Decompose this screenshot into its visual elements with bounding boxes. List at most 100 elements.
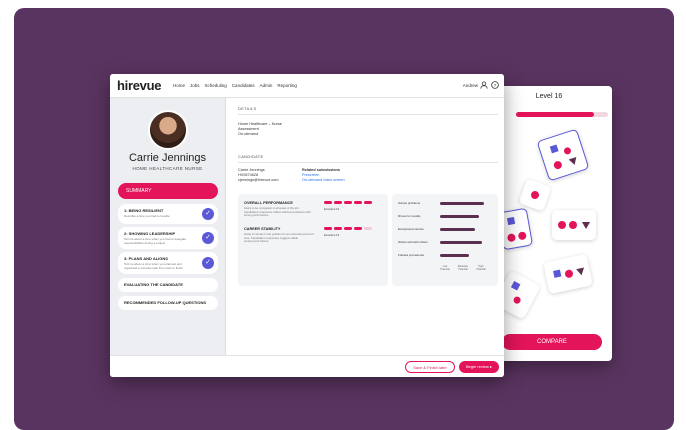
circle-shape — [564, 269, 574, 279]
candidate-info: Carrie Jennings HV0874628 cjennings@hire… — [238, 168, 279, 183]
compare-button[interactable]: COMPARE — [502, 334, 602, 350]
rating-pill — [354, 201, 362, 204]
scale-bar — [440, 202, 485, 205]
related-submissions: Related submissions Prescreen On-demand … — [302, 168, 345, 183]
circle-shape — [529, 189, 541, 201]
scale-bar — [440, 241, 482, 244]
nav-scheduling[interactable]: Scheduling — [205, 83, 227, 88]
rating-pill — [324, 227, 332, 230]
candidate-heading: CANDIDATE — [238, 154, 264, 159]
question-subtitle: Tell me about a time when you planned an… — [124, 262, 183, 270]
divider — [238, 162, 498, 163]
scale-bar — [440, 254, 469, 257]
rating-pill — [354, 227, 362, 230]
top-navigation-bar: hirevue Home Jobs Scheduling Candidates … — [110, 74, 504, 98]
triangle-shape — [582, 222, 590, 229]
question-title: 2: SHOWING LEADERSHIP — [124, 231, 176, 236]
rating-pill — [344, 227, 352, 230]
performance-title: OVERALL PERFORMANCE — [244, 201, 293, 205]
check-icon: ✓ — [202, 257, 214, 269]
scale-footer-high: High Potential — [476, 265, 486, 271]
question-title: 1: BEING RESILIENT — [124, 208, 164, 213]
summary-button[interactable]: SUMMARY — [118, 183, 218, 199]
scale-label: Works well with others — [398, 240, 428, 244]
circle-shape — [506, 233, 517, 243]
shape-tile[interactable] — [543, 253, 593, 295]
scale-label: Follows procedures — [398, 253, 425, 257]
save-finish-later-button[interactable]: Save & Finish later — [405, 361, 455, 373]
nav-home[interactable]: Home — [173, 83, 185, 88]
rating-pill — [364, 201, 372, 204]
begin-review-button[interactable]: Begin review ▸ — [459, 361, 499, 373]
action-footer: Save & Finish later Begin review ▸ — [110, 355, 504, 377]
user-name[interactable]: Andrew — [463, 83, 478, 88]
candidate-name: Carrie Jennings — [128, 152, 207, 164]
game-card: Level 16 COMPARE — [486, 86, 612, 361]
rating-pill — [364, 227, 372, 230]
divider — [238, 114, 498, 115]
triangle-shape — [576, 267, 586, 277]
competency-scales-card: Solves problems Drives for results Excep… — [392, 194, 498, 286]
evaluating-candidate-item[interactable]: EVALUATING THE CANDIDATE — [118, 278, 218, 292]
rating-pill — [324, 201, 332, 204]
shape-tile[interactable] — [518, 178, 552, 212]
main-content: DETAILS Home Healthcare – Nurse Assessme… — [226, 98, 504, 377]
question-item-3[interactable]: 3: PLANS AND ALIGNS Tell me about a time… — [118, 252, 218, 274]
scale-bar — [440, 215, 479, 218]
shape-tile-large[interactable] — [536, 128, 590, 182]
scale-label: Exceptional service — [398, 227, 424, 231]
shape-tile[interactable] — [552, 210, 596, 240]
performance-desc: Likely to be competent in all areas of t… — [244, 206, 311, 218]
circle-shape — [517, 231, 527, 241]
main-nav: Home Jobs Scheduling Candidates Admin Re… — [173, 83, 297, 88]
scale-footer-low: Low Potential — [440, 265, 450, 271]
rating-pill — [334, 227, 342, 230]
scale-label: Drives for results — [398, 214, 421, 218]
performance-card: OVERALL PERFORMANCE Likely to be compete… — [238, 194, 388, 286]
scale-footer-moderate: Moderate Potential — [457, 265, 469, 271]
performance-rating: Excellent Fit — [324, 207, 340, 211]
question-title: 3: PLANS AND ALIGNS — [124, 256, 168, 261]
square-shape — [563, 146, 572, 156]
question-item-2[interactable]: 2: SHOWING LEADERSHIP Tell me about a ti… — [118, 227, 218, 249]
follow-up-questions-item[interactable]: RECOMMENDED FOLLOW-UP QUESTIONS — [118, 296, 218, 310]
candidate-role: HOME HEALTHCARE NURSE — [132, 166, 203, 171]
details-block: Home Healthcare – Nurse Assessment On-de… — [238, 122, 282, 137]
stability-title: CAREER STABILITY — [244, 227, 281, 231]
svg-text:?: ? — [494, 83, 497, 89]
circle-shape — [569, 221, 577, 229]
user-icon[interactable] — [480, 81, 488, 89]
nav-jobs[interactable]: Jobs — [190, 83, 200, 88]
candidate-info-email: cjennings@hirevue.com — [238, 178, 279, 183]
stability-rating: Excellent Fit — [324, 233, 340, 237]
candidate-sidebar: Carrie Jennings HOME HEALTHCARE NURSE SU… — [110, 98, 226, 377]
circle-shape — [552, 160, 563, 171]
background-frame: Level 16 COMPARE hirevue Home Jobs Sched… — [14, 8, 674, 430]
follow-up-label: RECOMMENDED FOLLOW-UP QUESTIONS — [124, 300, 207, 305]
details-heading: DETAILS — [238, 106, 257, 111]
evaluating-label: EVALUATING THE CANDIDATE — [124, 282, 183, 287]
hirevue-logo: hirevue — [117, 78, 162, 93]
square-shape — [512, 295, 522, 305]
level-progress-fill — [516, 112, 595, 117]
scale-bar — [440, 228, 476, 231]
square-shape — [507, 217, 516, 226]
circle-shape — [558, 221, 566, 229]
nav-admin[interactable]: Admin — [260, 83, 273, 88]
rating-pill — [334, 201, 342, 204]
video-screen-link[interactable]: On-demand video screen — [302, 178, 345, 183]
question-subtitle: Describe a time you had to handle — [124, 214, 170, 218]
nav-reporting[interactable]: Reporting — [277, 83, 297, 88]
square-shape — [510, 281, 521, 291]
check-icon: ✓ — [202, 232, 214, 244]
square-shape — [549, 144, 559, 154]
details-mode: On-demand — [238, 132, 259, 137]
scale-label: Solves problems — [398, 201, 421, 205]
nav-candidates[interactable]: Candidates — [232, 83, 255, 88]
question-item-1[interactable]: 1: BEING RESILIENT Describe a time you h… — [118, 204, 218, 224]
triangle-shape — [568, 156, 579, 167]
square-shape — [553, 269, 562, 278]
check-icon: ✓ — [202, 208, 214, 220]
level-label: Level 16 — [535, 93, 563, 100]
help-icon[interactable]: ? — [491, 81, 499, 89]
